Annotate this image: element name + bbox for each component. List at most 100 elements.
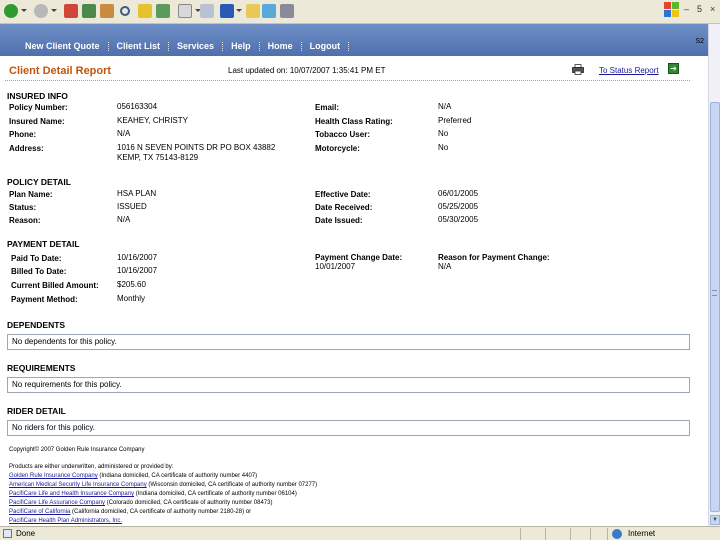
stop-icon[interactable]	[64, 4, 78, 18]
payment-change-date-value: 10/01/2007	[315, 262, 356, 271]
billed-to-date-value: 10/16/2007	[117, 266, 158, 275]
page-icon	[3, 529, 12, 538]
reason-label: Reason:	[9, 216, 41, 225]
billed-to-date-label: Billed To Date:	[11, 267, 67, 276]
edit-dropdown-icon[interactable]	[236, 9, 242, 12]
browser-statusbar: Done Internet	[0, 526, 720, 540]
print-toolbar-icon[interactable]	[200, 4, 214, 18]
nav-separator	[168, 41, 170, 51]
requirements-heading: REQUIREMENTS	[7, 363, 76, 373]
carrier-link[interactable]: PacifiCare Life and Health Insurance Com…	[9, 491, 134, 497]
minimize-button[interactable]: –	[684, 4, 689, 14]
footer-carrier-line: PacifiCare of California (California dom…	[9, 509, 251, 516]
riders-text: No riders for this policy.	[12, 423, 95, 432]
insured-name-value: KEAHEY, CHRISTY	[117, 116, 188, 125]
policy-number-label: Policy Number:	[9, 103, 68, 112]
nav-client-list[interactable]: Client List	[112, 41, 166, 51]
carrier-link[interactable]: PacifiCare Life Assurance Company	[9, 500, 105, 506]
dependents-heading: DEPENDENTS	[7, 320, 66, 330]
restore-button[interactable]: 5	[697, 4, 702, 14]
nav-separator	[300, 41, 302, 51]
footer-carrier-line: PacifiCare Health Plan Administrators, I…	[9, 518, 122, 525]
security-zone-text: Internet	[628, 529, 656, 538]
carrier-details: (Colorado domiciled, CA certificate of a…	[105, 500, 273, 506]
payment-method-label: Payment Method:	[11, 295, 78, 304]
vertical-scrollbar[interactable]: ▼	[708, 24, 720, 526]
main-nav: New Client Quote Client List Services He…	[0, 24, 708, 56]
effective-date-label: Effective Date:	[315, 190, 371, 199]
footer-carrier-line: American Medical Security Life Insurance…	[9, 482, 317, 489]
arrow-right-icon[interactable]: ➔	[668, 63, 679, 74]
footer-carrier-line: PacifiCare Life and Health Insurance Com…	[9, 491, 297, 498]
date-issued-label: Date Issued:	[315, 216, 363, 225]
carrier-link[interactable]: American Medical Security Life Insurance…	[9, 482, 147, 488]
tobacco-label: Tobacco User:	[315, 130, 370, 139]
email-label: Email:	[315, 103, 340, 112]
carrier-link[interactable]: PacifiCare Health Plan Administrators, I…	[9, 518, 122, 524]
refresh-icon[interactable]	[82, 4, 96, 18]
health-class-label: Health Class Rating:	[315, 117, 393, 126]
phone-label: Phone:	[9, 130, 37, 139]
payment-change-reason-label: Reason for Payment Change:	[438, 253, 550, 262]
back-dropdown-icon[interactable]	[21, 9, 27, 12]
payment-detail-heading: PAYMENT DETAIL	[7, 239, 80, 249]
effective-date-value: 06/01/2005	[438, 189, 479, 198]
history-icon[interactable]	[156, 4, 170, 18]
messenger-icon[interactable]	[262, 4, 276, 18]
reason-value: N/A	[117, 215, 131, 224]
plan-name-label: Plan Name:	[9, 190, 53, 199]
edit-icon[interactable]	[220, 4, 234, 18]
nav-separator	[348, 41, 350, 51]
scrollbar-thumb[interactable]	[710, 102, 720, 512]
date-issued-value: 05/30/2005	[438, 215, 479, 224]
carrier-details: (California domiciled, CA certificate of…	[70, 509, 252, 515]
forward-icon[interactable]	[34, 4, 48, 18]
statusbar-divider	[590, 528, 591, 540]
back-icon[interactable]	[4, 4, 18, 18]
close-button[interactable]: ×	[710, 4, 715, 14]
folder-icon[interactable]	[246, 4, 260, 18]
current-billed-amount-label: Current Billed Amount:	[11, 281, 99, 290]
mail-icon[interactable]	[178, 4, 192, 18]
forward-dropdown-icon[interactable]	[51, 9, 57, 12]
printer-icon[interactable]	[572, 64, 584, 75]
date-received-value: 05/25/2005	[438, 202, 479, 211]
nav-logout[interactable]: Logout	[305, 41, 346, 51]
insured-info-heading: INSURED INFO	[7, 91, 68, 101]
status-value: ISSUED	[117, 202, 147, 211]
address-line1: 1016 N SEVEN POINTS DR PO BOX 43882	[117, 143, 276, 152]
nav-services[interactable]: Services	[172, 41, 219, 51]
tools-icon[interactable]	[280, 4, 294, 18]
phone-value: N/A	[117, 129, 131, 138]
favorites-icon[interactable]	[138, 4, 152, 18]
carrier-link[interactable]: PacifiCare of California	[9, 509, 70, 515]
carrier-details: (Indiana domiciled, CA certificate of au…	[97, 473, 258, 479]
status-text: Done	[16, 529, 36, 538]
footer-copyright: Copyright© 2007 Golden Rule Insurance Co…	[9, 447, 145, 453]
motorcycle-label: Motorcycle:	[315, 144, 360, 153]
nav-help[interactable]: Help	[226, 41, 256, 51]
footer-carrier-line: Golden Rule Insurance Company (Indiana d…	[9, 473, 257, 480]
nav-home[interactable]: Home	[263, 41, 298, 51]
policy-number-value: 056163304	[117, 102, 158, 111]
scroll-down-icon[interactable]: ▼	[710, 515, 720, 525]
carrier-link[interactable]: Golden Rule Insurance Company	[9, 473, 98, 479]
motorcycle-value: No	[438, 143, 449, 152]
carrier-details: (Wisconsin domiciled, CA certificate of …	[146, 482, 318, 488]
nav-separator	[222, 41, 224, 51]
page-title: Client Detail Report	[9, 65, 112, 77]
footer-carrier-line: PacifiCare Life Assurance Company (Color…	[9, 500, 272, 507]
search-icon[interactable]	[120, 6, 130, 16]
nav-new-client-quote[interactable]: New Client Quote	[20, 41, 105, 51]
address-line2: KEMP, TX 75143-8129	[117, 153, 199, 162]
tobacco-value: No	[438, 129, 449, 138]
email-value: N/A	[438, 102, 452, 111]
payment-change-date-label: Payment Change Date:	[315, 253, 403, 262]
requirements-text: No requirements for this policy.	[12, 380, 122, 389]
insured-name-label: Insured Name:	[9, 117, 65, 126]
rider-detail-heading: RIDER DETAIL	[7, 406, 66, 416]
dependents-box: No dependents for this policy.	[7, 334, 690, 350]
to-status-report-link[interactable]: To Status Report	[599, 66, 659, 75]
header-divider	[5, 80, 690, 81]
home-icon[interactable]	[100, 4, 114, 18]
